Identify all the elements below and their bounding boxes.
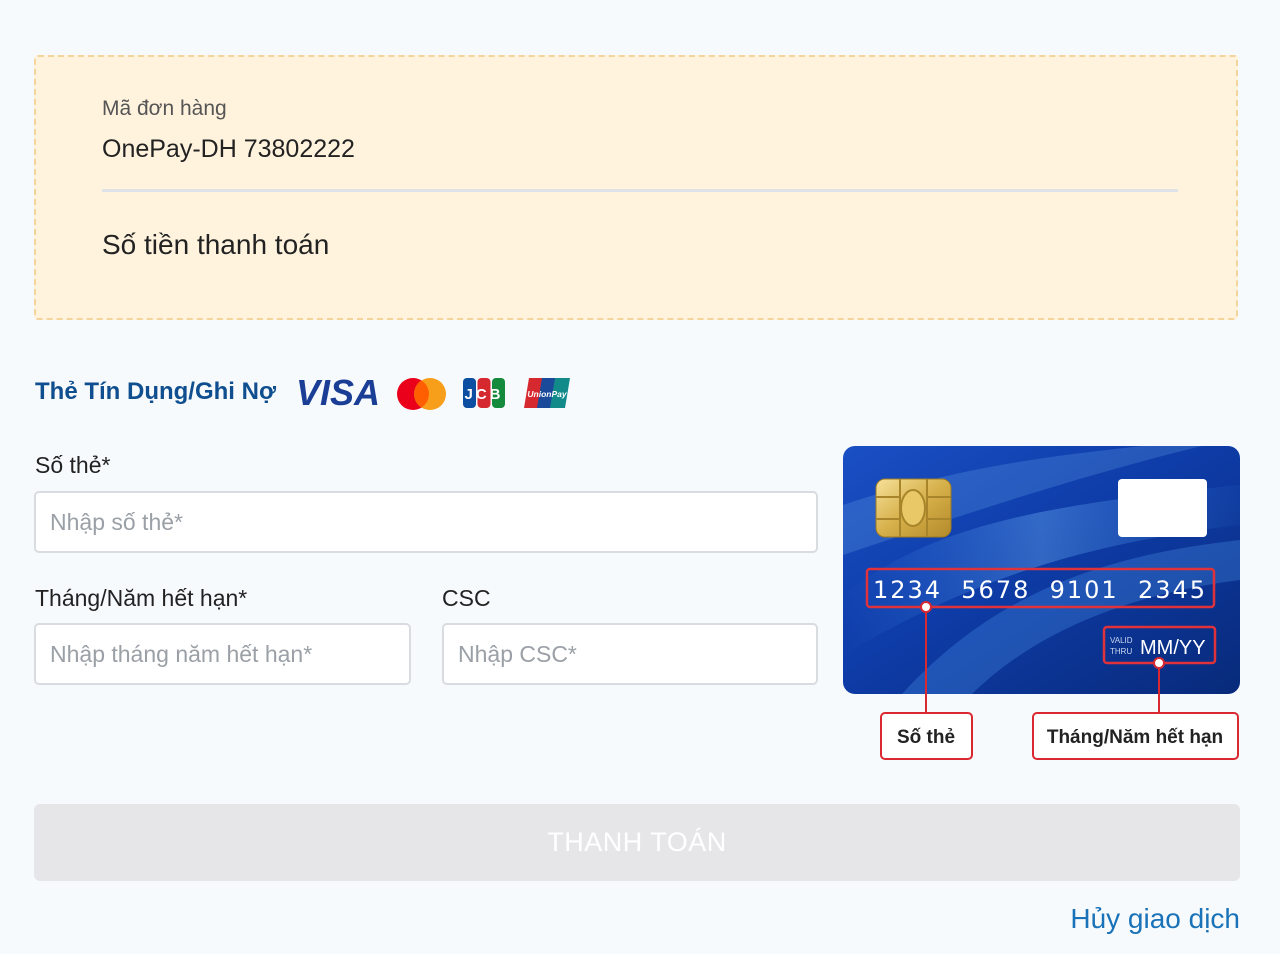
divider (102, 189, 1178, 192)
csc-input[interactable] (442, 623, 818, 685)
svg-text:JCB: JCB (464, 386, 503, 403)
svg-text:UnionPay: UnionPay (527, 389, 567, 399)
callout-expiry-text: Tháng/Năm hết hạn (1047, 727, 1223, 748)
order-id-value: OnePay-DH 73802222 (102, 135, 355, 163)
visa-logo-text: VISA (296, 372, 380, 412)
order-id-label: Mã đơn hàng (102, 97, 227, 120)
card-white-panel (1118, 479, 1207, 537)
expiry-input[interactable] (34, 623, 411, 685)
expiry-label: Tháng/Năm hết hạn* (35, 585, 248, 611)
card-expiry-text: MM/YY (1140, 637, 1206, 659)
valid-thru-text-1: VALID (1110, 636, 1133, 645)
pay-button[interactable]: THANH TOÁN (34, 804, 1240, 881)
jcb-logo: JCB (463, 378, 505, 408)
mastercard-logo (397, 378, 446, 410)
visa-logo: VISA (296, 372, 380, 412)
csc-label: CSC (442, 585, 491, 611)
card-number-input[interactable] (34, 491, 818, 553)
payment-method-title: Thẻ Tín Dụng/Ghi Nợ (35, 378, 277, 405)
order-summary-box: Mã đơn hàng OnePay-DH 73802222 Số tiền t… (34, 55, 1238, 320)
card-illustration: 1234 5678 9101 2345 VALID THRU MM/YY Số … (843, 446, 1240, 760)
amount-label: Số tiền thanh toán (102, 229, 330, 260)
callout-card-number-text: Số thẻ (897, 727, 955, 748)
valid-thru-text-2: THRU (1110, 647, 1132, 656)
card-number-text: 1234 5678 9101 2345 (873, 576, 1207, 604)
cancel-transaction-link[interactable]: Hủy giao dịch (1070, 903, 1240, 935)
card-number-label: Số thẻ* (35, 452, 111, 478)
unionpay-logo: UnionPay (524, 378, 570, 408)
chip-icon (875, 478, 952, 538)
